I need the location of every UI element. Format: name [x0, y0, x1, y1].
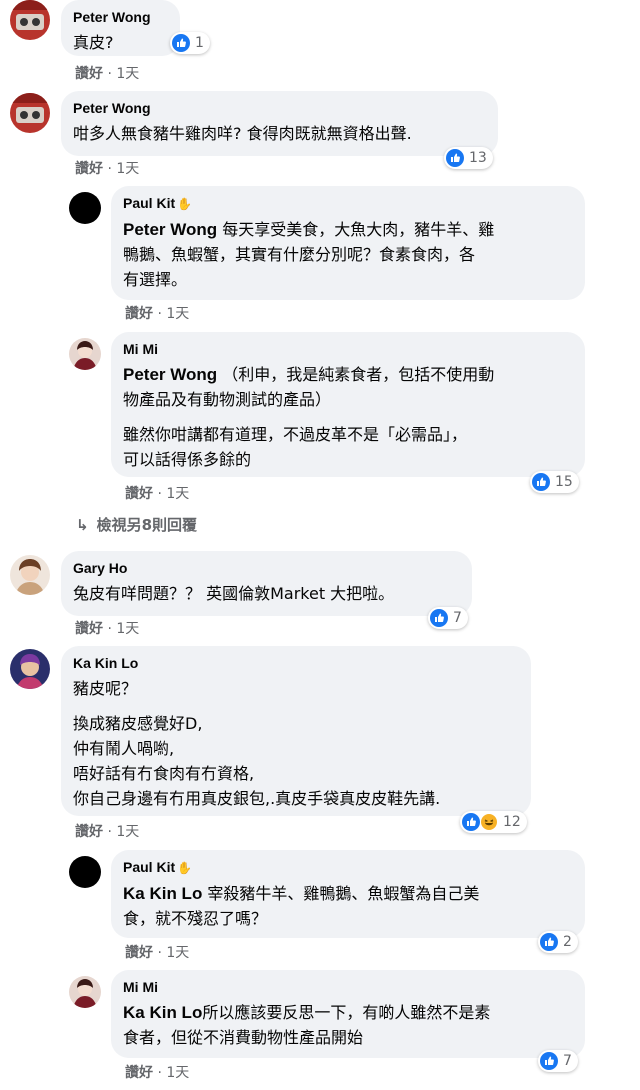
reaction-number: 13 [469, 150, 487, 166]
comment-meta: 讚好 · 1天 [125, 486, 190, 502]
reaction-number: 2 [563, 934, 572, 950]
like-icon [540, 1052, 558, 1070]
comment-meta: 讚好 · 1天 [125, 945, 190, 961]
mention-link[interactable]: Peter Wong [123, 365, 217, 384]
like-link[interactable]: 讚好 [125, 1065, 153, 1081]
comment-meta: 讚好 · 1天 [75, 66, 140, 82]
timestamp[interactable]: 1天 [116, 161, 139, 177]
author-name[interactable]: Mi Mi [123, 340, 573, 359]
timestamp[interactable]: 1天 [166, 486, 189, 502]
comment-meta: 讚好 · 1天 [75, 161, 140, 177]
comment-bubble: Paul Kit ✋ Ka Kin Lo 宰殺豬牛羊、雞鴨鵝、魚蝦蟹為自己美 食，就… [111, 850, 585, 938]
reaction-number: 15 [555, 474, 573, 490]
comment-meta: 讚好 · 1天 [75, 621, 140, 637]
like-link[interactable]: 讚好 [125, 306, 153, 322]
timestamp[interactable]: 1天 [166, 306, 189, 322]
timestamp[interactable]: 1天 [116, 66, 139, 82]
like-icon [540, 933, 558, 951]
author-name[interactable]: Paul Kit ✋ [123, 194, 573, 214]
comment-text: 豬皮呢？ [73, 679, 138, 698]
timestamp[interactable]: 1天 [166, 945, 189, 961]
timestamp[interactable]: 1天 [116, 621, 139, 637]
comment-meta: 讚好 · 1天 [75, 824, 140, 840]
view-more-replies-link[interactable]: ↳ 檢視另8則回覆 [76, 515, 197, 535]
reaction-number: 12 [503, 814, 521, 830]
author-name[interactable]: Peter Wong [73, 8, 168, 27]
author-name[interactable]: Paul Kit ✋ [123, 858, 573, 878]
comment-text: 真皮? [73, 33, 114, 52]
reaction-count[interactable]: 12 [460, 811, 527, 833]
reaction-count[interactable]: 2 [538, 931, 578, 953]
author-name[interactable]: Ka Kin Lo [73, 654, 519, 673]
avatar[interactable] [69, 192, 101, 224]
mention-link[interactable]: Ka Kin Lo [123, 1003, 202, 1022]
comment-bubble: Mi Mi Peter Wong （利申，我是純素食者，包括不使用動 物產品及有動… [111, 332, 585, 477]
reaction-number: 7 [563, 1053, 572, 1069]
like-link[interactable]: 讚好 [125, 945, 153, 961]
like-link[interactable]: 讚好 [75, 66, 103, 82]
comment-bubble: Paul Kit ✋ Peter Wong 每天享受美食，大魚大肉，豬牛羊、雞 鴨鵝… [111, 186, 585, 300]
mention-link[interactable]: Ka Kin Lo [123, 884, 202, 903]
hand-wave-icon: ✋ [177, 197, 193, 211]
like-icon [462, 813, 480, 831]
comment-text: 咁多人無食豬牛雞肉咩? 食得肉既就無資格出聲. [73, 124, 412, 143]
reaction-count[interactable]: 7 [428, 607, 468, 629]
comment-meta: 讚好 · 1天 [125, 1065, 190, 1081]
comment-text: Ka Kin Lo所以應該要反思一下，有啲人雖然不是素 食者，但從不消費動物性產品… [123, 1003, 491, 1047]
avatar[interactable] [10, 0, 50, 40]
timestamp[interactable]: 1天 [166, 1065, 189, 1081]
avatar[interactable] [10, 555, 50, 595]
hand-wave-icon: ✋ [177, 861, 193, 875]
mention-link[interactable]: Peter Wong [123, 220, 217, 239]
avatar[interactable] [69, 856, 101, 888]
reaction-count[interactable]: 13 [444, 147, 493, 169]
avatar[interactable] [69, 976, 101, 1008]
like-icon [446, 149, 464, 167]
comment-text: Ka Kin Lo 宰殺豬牛羊、雞鴨鵝、魚蝦蟹為自己美 食，就不殘忍了嗎？ [123, 884, 480, 928]
comment-bubble: Mi Mi Ka Kin Lo所以應該要反思一下，有啲人雖然不是素 食者，但從不消… [111, 970, 585, 1058]
comment-text: Peter Wong 每天享受美食，大魚大肉，豬牛羊、雞 鴨鵝、魚蝦蟹，其實有什麼… [123, 220, 495, 289]
avatar[interactable] [10, 93, 50, 133]
author-name[interactable]: Peter Wong [73, 99, 486, 118]
author-name[interactable]: Mi Mi [123, 978, 573, 997]
like-icon [172, 34, 190, 52]
like-link[interactable]: 讚好 [75, 824, 103, 840]
like-icon [532, 473, 550, 491]
avatar[interactable] [69, 338, 101, 370]
like-icon [430, 609, 448, 627]
comment-text: 兔皮有咩問題？？ 英國倫敦Market 大把啦。 [73, 584, 395, 603]
reaction-count[interactable]: 1 [170, 32, 210, 54]
comment-bubble: Ka Kin Lo 豬皮呢？ 換成豬皮感覺好D, 仲有鬧人喎喲, 唔好話有冇食肉有冇… [61, 646, 531, 816]
reply-arrow-icon: ↳ [76, 516, 89, 534]
reaction-number: 1 [195, 35, 204, 51]
like-link[interactable]: 讚好 [125, 486, 153, 502]
comment-bubble: Peter Wong 真皮? [61, 0, 180, 56]
author-name[interactable]: Gary Ho [73, 559, 460, 578]
avatar[interactable] [10, 649, 50, 689]
comment-bubble: Peter Wong 咁多人無食豬牛雞肉咩? 食得肉既就無資格出聲. [61, 91, 498, 156]
haha-icon [480, 813, 498, 831]
like-link[interactable]: 讚好 [75, 161, 103, 177]
comment-text: 換成豬皮感覺好D, 仲有鬧人喎喲, 唔好話有冇食肉有冇資格, 你自己身邊有冇用真皮銀包… [73, 714, 441, 808]
reaction-count[interactable]: 15 [530, 471, 579, 493]
comment-meta: 讚好 · 1天 [125, 306, 190, 322]
comment-bubble: Gary Ho 兔皮有咩問題？？ 英國倫敦Market 大把啦。 [61, 551, 472, 616]
comment-text: 雖然你咁講都有道理，不過皮革不是「必需品」， 可以話得係多餘的 [123, 425, 468, 469]
comment-text: Peter Wong （利申，我是純素食者，包括不使用動 物產品及有動物測試的產品… [123, 365, 495, 409]
timestamp[interactable]: 1天 [116, 824, 139, 840]
reaction-number: 7 [453, 610, 462, 626]
like-link[interactable]: 讚好 [75, 621, 103, 637]
reaction-count[interactable]: 7 [538, 1050, 578, 1072]
